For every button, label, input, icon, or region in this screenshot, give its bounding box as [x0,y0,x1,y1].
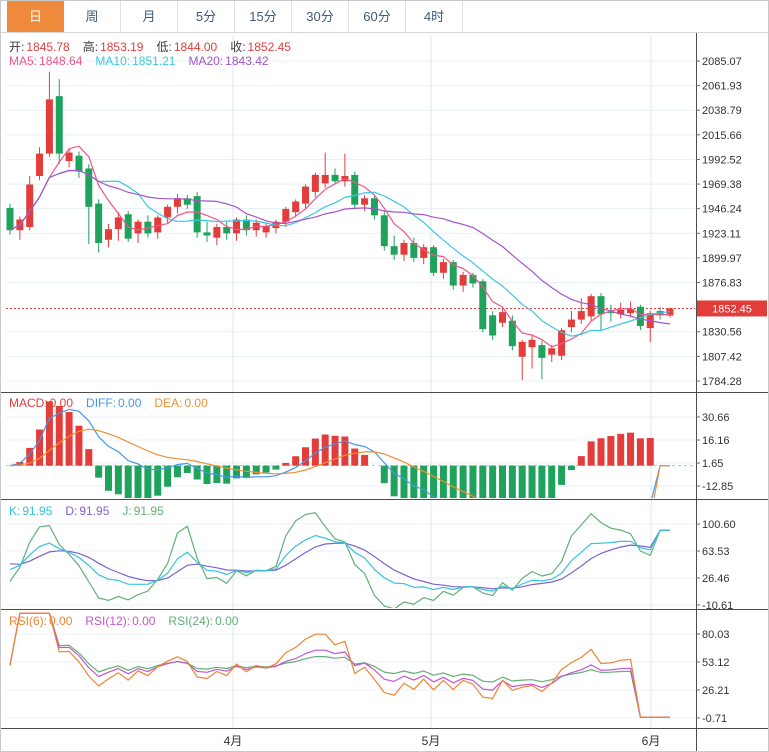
candle [282,208,290,222]
candle [114,217,122,230]
chart-canvas[interactable]: 2085.07 2061.93 2038.79 2015.66 1992.52 1969.… [1,33,768,751]
candle [459,274,467,286]
candle [489,315,497,336]
candle [164,206,172,218]
y-axis-tick: 1992.52 [702,154,742,166]
candle [203,232,211,236]
y-axis-tick: 1969.38 [702,179,742,191]
candle [134,221,142,234]
candle [380,215,388,247]
candle [400,242,408,255]
y-axis-tick: 1807.42 [702,351,742,363]
tab-周[interactable]: 周 [64,1,121,32]
y-axis-tick: 2061.93 [702,81,742,93]
candle [173,198,181,207]
tab-4时[interactable]: 4时 [406,1,463,32]
candle [223,227,231,234]
y-axis-tick: 63.53 [702,546,730,558]
candle [36,153,44,176]
y-axis-tick: 1830.56 [702,327,742,339]
candle [95,203,103,243]
candle [361,198,369,205]
candle [6,207,14,231]
candle [105,229,112,240]
x-axis-label: 5月 [422,734,441,748]
y-axis-tick: 1784.28 [702,376,742,388]
candle [233,219,241,234]
candle [302,186,309,204]
candle [331,174,339,182]
y-axis-tick: 30.66 [702,412,730,424]
candle [577,311,585,320]
tab-日[interactable]: 日 [7,1,64,32]
y-axis-tick: 2085.07 [702,56,742,68]
candle [213,227,221,238]
y-axis-tick: 2038.79 [702,105,742,117]
candle [321,174,329,184]
candle [351,174,359,205]
candle [311,174,319,192]
candle [193,196,201,233]
y-axis-tick: 2015.66 [702,130,742,142]
candle [518,341,526,357]
candle [548,348,556,355]
x-axis-label: 6月 [642,734,661,748]
y-axis-tick: 16.16 [702,435,730,447]
x-axis-label: 4月 [224,734,243,748]
tab-15分[interactable]: 15分 [235,1,292,32]
tab-30分[interactable]: 30分 [292,1,349,32]
candle [370,198,378,216]
candle [528,339,536,348]
y-axis-tick: 80.03 [702,629,730,641]
chart-widget: 日周月 5分 15分 30分 60分 4时 2085.07 2061.93 2038.79 20… [0,0,769,752]
candle [55,96,63,154]
tab-月[interactable]: 月 [121,1,178,32]
y-axis-tick: 26.46 [702,573,730,585]
candle [597,296,605,315]
chart-area: 2085.07 2061.93 2038.79 2015.66 1992.52 1969.… [1,33,768,751]
current-price-value: 1852.45 [712,303,752,315]
y-axis-tick: 1946.24 [702,204,742,216]
candle [439,262,447,273]
candle [479,281,487,330]
y-axis-tick: 26.21 [702,685,730,697]
candle [538,345,546,358]
y-axis-tick: 1923.11 [702,228,741,240]
y-axis-tick: 1876.83 [702,278,742,290]
y-axis-tick: -10.61 [702,600,733,612]
candle [390,246,398,255]
y-axis-tick: -12.85 [702,481,733,493]
y-axis-tick: 1.65 [702,458,723,470]
candle [26,184,34,228]
tab-bar: 日周月 5分 15分 30分 60分 4时 [1,1,768,33]
candle [65,152,73,162]
candle [45,99,53,154]
candle [587,296,595,317]
candle [430,247,438,273]
y-axis-tick: 100.60 [702,519,736,531]
candle [567,319,575,328]
candle [292,201,300,213]
candle [499,312,506,323]
tab-60分[interactable]: 60分 [349,1,406,32]
candle [75,155,83,172]
y-axis-tick: 1899.97 [702,253,742,265]
y-axis-tick: 53.12 [702,657,730,669]
y-axis-tick: -0.71 [702,713,727,725]
tab-5分[interactable]: 5分 [178,1,235,32]
